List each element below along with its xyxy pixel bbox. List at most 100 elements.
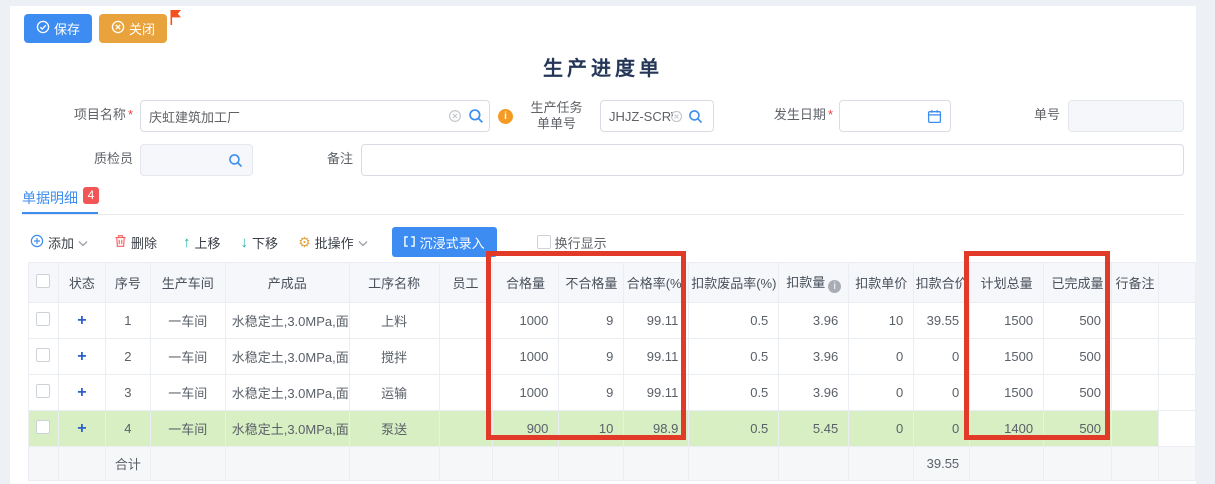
cell-deduct-scrap-rate[interactable]: 0.5 bbox=[689, 303, 779, 339]
cell-deduct-scrap-rate[interactable]: 0.5 bbox=[689, 411, 779, 447]
delete-row-button[interactable]: 删除 bbox=[114, 233, 157, 252]
cell-workshop[interactable]: 一车间 bbox=[150, 375, 225, 411]
clear-icon[interactable] bbox=[670, 100, 683, 132]
header-product: 产成品 bbox=[225, 263, 349, 303]
cell-completed-qty[interactable]: 500 bbox=[1044, 303, 1112, 339]
cell-employee[interactable] bbox=[439, 339, 492, 375]
cell-seq[interactable]: 4 bbox=[105, 411, 150, 447]
cell-deduct-qty[interactable]: 3.96 bbox=[779, 303, 849, 339]
cell-unqualified-qty[interactable]: 10 bbox=[559, 411, 624, 447]
wrap-display-toggle[interactable]: 换行显示 bbox=[537, 233, 607, 252]
cell-plan-total[interactable]: 1400 bbox=[970, 411, 1044, 447]
move-up-button[interactable]: ↑ 上移 bbox=[183, 233, 221, 252]
search-icon[interactable] bbox=[688, 100, 703, 132]
header-workshop: 生产车间 bbox=[150, 263, 225, 303]
cell-employee[interactable] bbox=[439, 411, 492, 447]
cell-deduct-total[interactable]: 0 bbox=[914, 339, 970, 375]
cell-completed-qty[interactable]: 500 bbox=[1044, 411, 1112, 447]
cell-workshop[interactable]: 一车间 bbox=[150, 303, 225, 339]
row-checkbox[interactable] bbox=[36, 384, 50, 398]
header-employee: 员工 bbox=[439, 263, 492, 303]
cell-row-remark[interactable] bbox=[1112, 339, 1159, 375]
cell-qualified-rate[interactable]: 99.11 bbox=[624, 339, 689, 375]
header-deduct-price: 扣款单价 bbox=[849, 263, 914, 303]
immersive-entry-button[interactable]: 沉浸式录入 bbox=[392, 227, 497, 257]
cell-process[interactable]: 运输 bbox=[349, 375, 439, 411]
cell-deduct-qty[interactable]: 3.96 bbox=[779, 375, 849, 411]
cell-employee[interactable] bbox=[439, 303, 492, 339]
cell-deduct-price[interactable]: 0 bbox=[849, 411, 914, 447]
info-icon[interactable]: i bbox=[498, 100, 513, 132]
cell-workshop[interactable]: 一车间 bbox=[150, 411, 225, 447]
cell-workshop[interactable]: 一车间 bbox=[150, 339, 225, 375]
cell-seq[interactable]: 2 bbox=[105, 339, 150, 375]
row-status-plus-icon[interactable]: + bbox=[77, 384, 86, 401]
cell-qualified-rate[interactable]: 98.9 bbox=[624, 411, 689, 447]
cell-deduct-total[interactable]: 0 bbox=[914, 375, 970, 411]
cell-qualified-qty[interactable]: 900 bbox=[492, 411, 559, 447]
cell-unqualified-qty[interactable]: 9 bbox=[559, 303, 624, 339]
row-checkbox[interactable] bbox=[36, 420, 50, 434]
cell-plan-total[interactable]: 1500 bbox=[970, 339, 1044, 375]
cell-qualified-qty[interactable]: 1000 bbox=[492, 339, 559, 375]
inspector-label: 质检员 bbox=[40, 151, 133, 167]
close-label: 关闭 bbox=[129, 19, 155, 38]
header-deduct-qty: 扣款量i bbox=[779, 263, 849, 303]
cell-process[interactable]: 上料 bbox=[349, 303, 439, 339]
save-button[interactable]: 保存 bbox=[24, 14, 92, 43]
cell-seq[interactable]: 1 bbox=[105, 303, 150, 339]
batch-ops-button[interactable]: ⚙ 批操作 bbox=[298, 233, 368, 252]
cell-unqualified-qty[interactable]: 9 bbox=[559, 375, 624, 411]
cell-product[interactable]: 水稳定土,3.0MPa,面 bbox=[225, 375, 349, 411]
cell-unqualified-qty[interactable]: 9 bbox=[559, 339, 624, 375]
cell-deduct-total[interactable]: 0 bbox=[914, 411, 970, 447]
cell-product[interactable]: 水稳定土,3.0MPa,面 bbox=[225, 303, 349, 339]
move-down-button[interactable]: ↓ 下移 bbox=[241, 233, 279, 252]
cell-row-remark[interactable] bbox=[1112, 303, 1159, 339]
cell-employee[interactable] bbox=[439, 375, 492, 411]
summary-qualified-qty bbox=[492, 447, 559, 481]
cell-plan-total[interactable]: 1500 bbox=[970, 303, 1044, 339]
add-row-button[interactable]: 添加 bbox=[30, 233, 88, 252]
clear-icon[interactable] bbox=[448, 100, 462, 132]
cell-seq[interactable]: 3 bbox=[105, 375, 150, 411]
cell-completed-qty[interactable]: 500 bbox=[1044, 339, 1112, 375]
cell-product[interactable]: 水稳定土,3.0MPa,面 bbox=[225, 339, 349, 375]
cell-deduct-scrap-rate[interactable]: 0.5 bbox=[689, 339, 779, 375]
cell-process[interactable]: 搅拌 bbox=[349, 339, 439, 375]
cell-qualified-qty[interactable]: 1000 bbox=[492, 303, 559, 339]
remark-input[interactable] bbox=[361, 144, 1184, 176]
order-no-input[interactable] bbox=[1068, 100, 1184, 132]
select-all-checkbox[interactable] bbox=[36, 274, 50, 288]
cell-completed-qty[interactable]: 500 bbox=[1044, 375, 1112, 411]
row-status-plus-icon[interactable]: + bbox=[77, 420, 86, 437]
tab-detail[interactable]: 单据明细4 bbox=[22, 188, 99, 208]
row-status-plus-icon[interactable]: + bbox=[77, 312, 86, 329]
cell-qualified-rate[interactable]: 99.11 bbox=[624, 303, 689, 339]
search-icon[interactable] bbox=[468, 100, 484, 132]
row-checkbox[interactable] bbox=[36, 312, 50, 326]
close-button[interactable]: 关闭 bbox=[99, 14, 167, 43]
cell-deduct-scrap-rate[interactable]: 0.5 bbox=[689, 375, 779, 411]
search-icon[interactable] bbox=[228, 144, 243, 176]
project-name-input[interactable] bbox=[140, 100, 490, 132]
calendar-icon[interactable] bbox=[927, 100, 942, 132]
wrap-display-checkbox[interactable] bbox=[537, 235, 551, 249]
cell-qualified-rate[interactable]: 99.11 bbox=[624, 375, 689, 411]
cell-product[interactable]: 水稳定土,3.0MPa,面 bbox=[225, 411, 349, 447]
cell-qualified-qty[interactable]: 1000 bbox=[492, 375, 559, 411]
cell-deduct-price[interactable]: 0 bbox=[849, 375, 914, 411]
row-checkbox[interactable] bbox=[36, 348, 50, 362]
cell-deduct-qty[interactable]: 5.45 bbox=[779, 411, 849, 447]
cell-deduct-qty[interactable]: 3.96 bbox=[779, 339, 849, 375]
cell-process[interactable]: 泵送 bbox=[349, 411, 439, 447]
cell-deduct-total[interactable]: 39.55 bbox=[914, 303, 970, 339]
cell-row-remark[interactable] bbox=[1112, 411, 1159, 447]
main-panel: 保存 关闭 生产进度单 项目名称 i bbox=[10, 6, 1196, 484]
cell-deduct-price[interactable]: 10 bbox=[849, 303, 914, 339]
cell-deduct-price[interactable]: 0 bbox=[849, 339, 914, 375]
table-row: +2一车间水稳定土,3.0MPa,面搅拌1000999.110.53.96001… bbox=[29, 339, 1196, 375]
row-status-plus-icon[interactable]: + bbox=[77, 348, 86, 365]
cell-plan-total[interactable]: 1500 bbox=[970, 375, 1044, 411]
cell-row-remark[interactable] bbox=[1112, 375, 1159, 411]
